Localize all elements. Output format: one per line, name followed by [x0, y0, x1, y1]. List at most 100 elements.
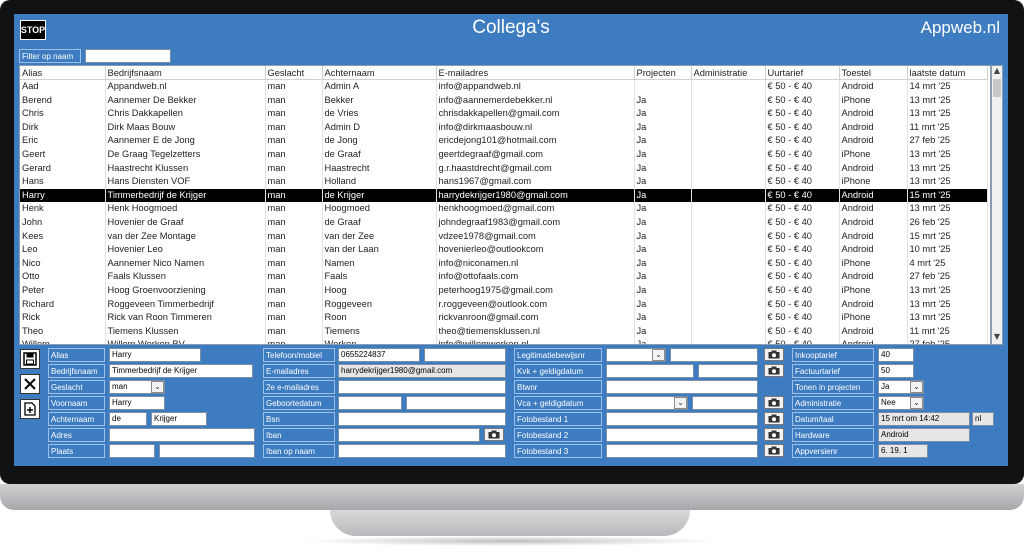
geboortedatum-input[interactable]: [338, 396, 402, 410]
stand-shadow: [300, 536, 720, 546]
table-row[interactable]: Richard Roggeveen Timmerbedrijf man Roggeve…: [20, 297, 988, 312]
fotobestand3-input[interactable]: [606, 444, 758, 458]
camera-icon[interactable]: [764, 412, 784, 425]
kvk-datum-input[interactable]: [698, 364, 758, 378]
table-cell: man: [265, 93, 323, 108]
email-input[interactable]: harrydekrijger1980@gmail.com: [338, 364, 506, 378]
geboorteplaats-input[interactable]: [406, 396, 506, 410]
table-row[interactable]: Berend Aannemer De Bekker man Bekker info@aa…: [20, 93, 988, 108]
table-cell: [691, 188, 766, 203]
chevron-down-icon[interactable]: ⌄: [652, 349, 665, 361]
table-cell: Ja: [634, 324, 692, 339]
table-row[interactable]: Gerard Haastrecht Klussen man Haastrecht g.r…: [20, 161, 988, 176]
chevron-down-icon[interactable]: ⌄: [151, 381, 164, 393]
table-cell: 15 mrt '25: [907, 229, 988, 244]
table-row[interactable]: John Hovenier de Graaf man de Graaf johndegr…: [20, 215, 988, 230]
fotobestand2-input[interactable]: [606, 428, 758, 442]
table-cell: de Graaf: [322, 147, 437, 162]
table-cell: [691, 243, 766, 257]
camera-icon[interactable]: [764, 396, 784, 409]
plaats-input[interactable]: [159, 444, 255, 458]
chevron-down-icon[interactable]: ⌄: [910, 397, 923, 409]
alias-input[interactable]: Harry: [109, 348, 201, 362]
legitimatie-input[interactable]: [670, 348, 758, 362]
voornaam-input[interactable]: Harry: [109, 396, 165, 410]
table-row[interactable]: Otto Faals Klussen man Faals info@ottofaals.…: [20, 270, 988, 284]
scroll-up-icon[interactable]: ▲: [992, 66, 1002, 78]
vca-datum-input[interactable]: [692, 396, 758, 410]
fotobestand1-input[interactable]: [606, 412, 758, 426]
table-cell: henkhoogmoed@gmail.com: [436, 202, 635, 216]
table-cell: Berend: [20, 93, 106, 108]
column-header[interactable]: Geslacht: [265, 66, 323, 80]
camera-icon[interactable]: [764, 348, 784, 361]
table-cell: de Krijger: [322, 188, 437, 203]
achternaam-input[interactable]: Krijger: [151, 412, 207, 426]
delete-icon[interactable]: [20, 374, 40, 394]
table-cell: man: [265, 147, 323, 162]
chevron-down-icon[interactable]: ⌄: [674, 397, 687, 409]
table-row[interactable]: Eric Aannemer E de Jong man de Jong ericdejo…: [20, 134, 988, 148]
postcode-input[interactable]: [109, 444, 155, 458]
email2-input[interactable]: [338, 380, 506, 394]
column-header[interactable]: laatste datum: [907, 66, 988, 80]
iban-naam-input[interactable]: [338, 444, 506, 458]
table-row[interactable]: Geert De Graag Tegelzetters man de Graaf gee…: [20, 147, 988, 162]
table-row[interactable]: Dirk Dirk Maas Bouw man Admin Dinfo@dirkmaa…: [20, 120, 988, 135]
telefoon-input[interactable]: 0655224837: [338, 348, 420, 362]
table-row[interactable]: Chris Chris Dakkapellen man de Vries chrisda…: [20, 107, 988, 121]
bedrijfsnaam-label: Bedrijfsnaam: [48, 364, 105, 378]
save-icon[interactable]: [20, 349, 40, 369]
column-header[interactable]: Projecten: [634, 66, 692, 80]
table-row[interactable]: Peter Hoog Groenvoorziening man Hoog peterho…: [20, 283, 988, 298]
bedrijfsnaam-input[interactable]: Timmerbedrijf de Krijger: [109, 364, 253, 378]
camera-icon[interactable]: [764, 444, 784, 457]
scroll-down-icon[interactable]: ▼: [992, 332, 1002, 344]
tussenvoegsel-input[interactable]: de: [109, 412, 147, 426]
table-scrollbar[interactable]: ▲ ▼: [991, 65, 1003, 345]
table-row[interactable]: Henk Henk Hoogmoed man Hoogmoed henkhoogmoed…: [20, 202, 988, 216]
table-row[interactable]: Leo Hovenier Leo man van der Laan hovenierle…: [20, 243, 988, 257]
column-header[interactable]: Administratie: [691, 66, 766, 80]
column-header[interactable]: E-mailadres: [436, 66, 635, 80]
column-header[interactable]: Achternaam: [322, 66, 437, 80]
camera-icon[interactable]: [764, 364, 784, 377]
factuurtarief-input[interactable]: 50: [878, 364, 914, 378]
camera-icon[interactable]: [484, 428, 504, 441]
table-cell: Geert: [20, 147, 106, 162]
scroll-thumb[interactable]: [993, 79, 1001, 97]
iban-input[interactable]: [338, 428, 480, 442]
table-cell: 13 mrt '25: [907, 175, 988, 189]
inkooptarief-input[interactable]: 40: [878, 348, 914, 362]
column-header[interactable]: Toestel: [839, 66, 908, 80]
table-row[interactable]: Hans Hans Diensten VOF man Holland hans1967@…: [20, 175, 988, 189]
table-cell: Otto: [20, 270, 106, 284]
bsn-input[interactable]: [338, 412, 506, 426]
detail-form: Alias Harry Bedrijfsnaam Timmerbedrijf d…: [14, 346, 1008, 466]
btw-input[interactable]: [606, 380, 758, 394]
column-header[interactable]: Uurtarief: [765, 66, 840, 80]
email2-label: 2e e-mailadres: [263, 380, 335, 394]
plaats-label: Plaats: [48, 444, 105, 458]
column-header[interactable]: Bedrijfsnaam: [105, 66, 266, 80]
table-cell: € 50 - € 40: [765, 256, 840, 271]
table-cell: Dirk Maas Bouw: [105, 120, 266, 135]
table-row[interactable]: Kees van der Zee Montage man van der Zee vdz…: [20, 229, 988, 244]
telefoon2-input[interactable]: [424, 348, 506, 362]
table-row[interactable]: Rick Rick van Roon Timmeren man Roon rickvan…: [20, 311, 988, 325]
hardware-input: Android: [878, 428, 970, 442]
camera-icon[interactable]: [764, 428, 784, 441]
kvk-input[interactable]: [606, 364, 694, 378]
filter-input[interactable]: [85, 49, 171, 63]
chevron-down-icon[interactable]: ⌄: [910, 381, 923, 393]
table-row[interactable]: Willem Willem Werken BV man Werken info@will…: [20, 338, 988, 344]
table-cell: Harry: [20, 188, 106, 203]
table-row[interactable]: Aad Appandweb.nl man Admin Ainfo@appandweb.…: [20, 79, 988, 94]
table-cell: vdzee1978@gmail.com: [436, 229, 635, 244]
table-row[interactable]: Nico Aannemer Nico Namen man Namen info@nico…: [20, 256, 988, 271]
add-new-icon[interactable]: [20, 399, 40, 419]
column-header[interactable]: Alias: [20, 66, 106, 80]
table-row[interactable]: Theo Tiemens Klussen man Tiemens theo@tiemen…: [20, 324, 988, 339]
adres-input[interactable]: [109, 428, 255, 442]
table-row[interactable]: Harry Timmerbedrijf de Krijger man de Krijg…: [20, 188, 988, 203]
